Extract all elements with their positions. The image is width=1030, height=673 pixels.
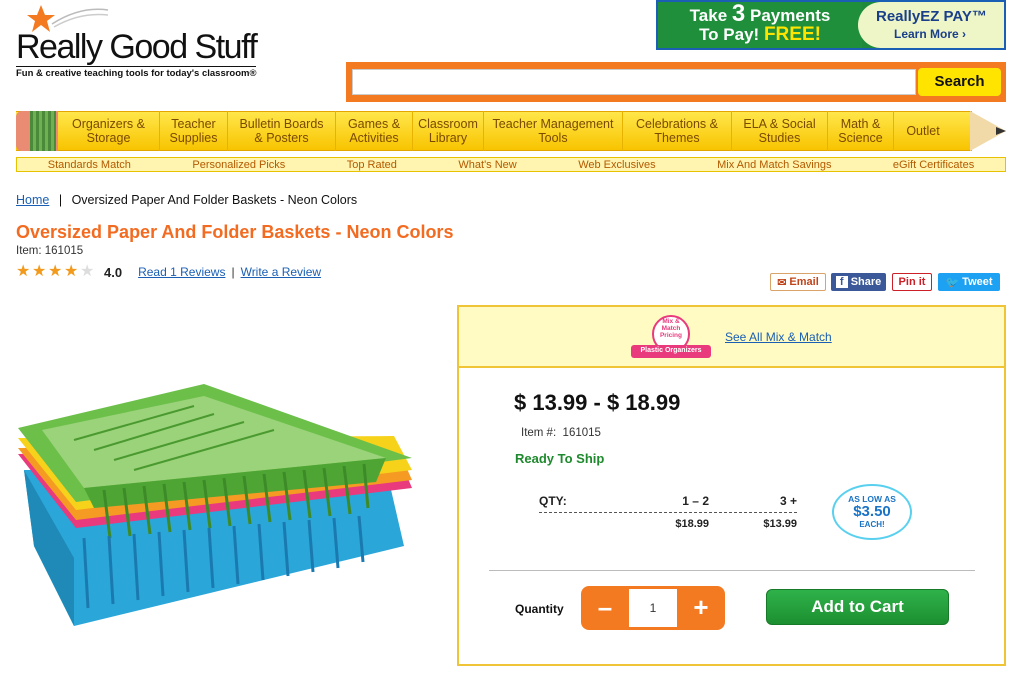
share-facebook-button[interactable]: f Share [831, 273, 886, 291]
table-row: QTY: 1 – 2 3 + [539, 490, 797, 512]
nav-outlet[interactable]: Outlet [894, 111, 952, 151]
subnav-whats-new[interactable]: What's New [458, 159, 516, 171]
qty-header: QTY: [539, 494, 567, 508]
page-title: Oversized Paper And Folder Baskets - Neo… [16, 222, 454, 242]
subnav-top-rated[interactable]: Top Rated [347, 159, 397, 171]
decrement-button[interactable]: – [581, 586, 629, 630]
star-icon: ★ [32, 263, 47, 280]
divider [489, 570, 975, 571]
site-logo[interactable]: Really Good Stuff Fun & creative teachin… [14, 4, 294, 80]
main-nav: Organizers & Storage Teacher Supplies Bu… [16, 111, 1008, 151]
envelope-icon: ✉ [777, 276, 787, 289]
nav-ela-social-studies[interactable]: ELA & Social Studies [732, 111, 828, 151]
as-low-as-badge: AS LOW AS $3.50 EACH! [832, 484, 912, 540]
twitter-icon: 🐦 [945, 276, 960, 289]
logo-tagline: Fun & creative teaching tools for today'… [16, 66, 257, 79]
tier-1-price: $18.99 [675, 517, 709, 530]
logo-text: Really Good Stuff [16, 28, 258, 66]
mix-match-badge-text: Mix & Match Pricing [659, 318, 683, 339]
mix-match-ribbon: Plastic Organizers [640, 347, 702, 354]
rating-value: 4.0 [104, 264, 123, 280]
breadcrumb: Home | Oversized Paper And Folder Basket… [16, 193, 357, 207]
ezpay-banner[interactable]: Take 3 Payments To Pay! FREE! ReallyEZ P… [656, 0, 1006, 50]
add-to-cart-button[interactable]: Add to Cart [766, 589, 949, 625]
subnav-egift[interactable]: eGift Certificates [893, 159, 974, 171]
tier-2-qty: 3 + [779, 494, 797, 508]
nav-celebrations-themes[interactable]: Celebrations & Themes [623, 111, 732, 151]
share-twitter-button[interactable]: 🐦 Tweet [938, 273, 1000, 291]
subnav-web-exclusives[interactable]: Web Exclusives [578, 159, 655, 171]
ship-status: Ready To Ship [515, 451, 605, 466]
star-icon: ★ [64, 263, 79, 280]
subnav-standards-match[interactable]: Standards Match [48, 159, 131, 171]
rating: ★ ★ ★ ★ ★ 4.0 Read 1 Reviews | Write a R… [16, 264, 321, 280]
nav-bulletin-boards[interactable]: Bulletin Boards & Posters [228, 111, 336, 151]
share-pinterest-button[interactable]: Pin it [892, 273, 932, 291]
ezpay-offer: Take 3 Payments To Pay! FREE! [658, 2, 862, 48]
panel-item-number: Item #: 161015 [521, 427, 601, 439]
nav-games-activities[interactable]: Games & Activities [336, 111, 413, 151]
quantity-pricing-table: QTY: 1 – 2 3 + $18.99 $13.99 [539, 490, 797, 534]
pencil-lead [996, 127, 1006, 135]
nav-organizers-storage[interactable]: Organizers & Storage [58, 111, 160, 151]
facebook-icon: f [835, 276, 848, 288]
breadcrumb-separator: | [58, 193, 63, 207]
quantity-input[interactable]: 1 [629, 589, 677, 627]
star-icon: ★ [16, 263, 31, 280]
product-image[interactable] [14, 378, 420, 634]
search-bar: Search [346, 62, 1006, 102]
share-email-button[interactable]: ✉ Email [770, 273, 826, 291]
breadcrumb-current: Oversized Paper And Folder Baskets - Neo… [71, 193, 358, 207]
nav-teacher-supplies[interactable]: Teacher Supplies [160, 111, 228, 151]
learn-more-link[interactable]: Learn More › [876, 27, 1004, 41]
ezpay-brand: ReallyEZ PAY™ Learn More › [858, 2, 1004, 48]
increment-button[interactable]: + [677, 586, 725, 630]
quantity-label: Quantity [515, 602, 564, 616]
quantity-stepper: – 1 + [581, 586, 725, 630]
tier-1-qty: 1 – 2 [682, 494, 709, 508]
table-row: $18.99 $13.99 [539, 512, 797, 534]
star-icon: ★ [48, 263, 63, 280]
item-number: Item: 161015 [16, 245, 84, 257]
subnav-personalized-picks[interactable]: Personalized Picks [192, 159, 285, 171]
breadcrumb-home[interactable]: Home [16, 193, 49, 207]
search-button[interactable]: Search [918, 68, 1001, 96]
tier-2-price: $13.99 [763, 517, 797, 530]
see-all-mix-match-link[interactable]: See All Mix & Match [725, 330, 832, 344]
write-review-link[interactable]: Write a Review [241, 265, 321, 279]
star-empty-icon: ★ [80, 263, 95, 280]
search-input[interactable] [352, 69, 916, 95]
nav-math-science[interactable]: Math & Science [828, 111, 894, 151]
nav-teacher-management[interactable]: Teacher Management Tools [484, 111, 623, 151]
pencil-ferrule [30, 111, 56, 151]
read-reviews-link[interactable]: Read 1 Reviews [138, 265, 225, 279]
mix-match-header: Mix & Match Pricing Plastic Organizers S… [459, 307, 1004, 368]
nav-classroom-library[interactable]: Classroom Library [413, 111, 484, 151]
purchase-panel: Mix & Match Pricing Plastic Organizers S… [457, 305, 1006, 666]
separator: | [231, 265, 235, 279]
subnav-mix-match[interactable]: Mix And Match Savings [717, 159, 831, 171]
price-range: $ 13.99 - $ 18.99 [514, 390, 681, 415]
swoosh-icon [51, 8, 109, 28]
sub-nav: Standards Match Personalized Picks Top R… [16, 157, 1006, 172]
